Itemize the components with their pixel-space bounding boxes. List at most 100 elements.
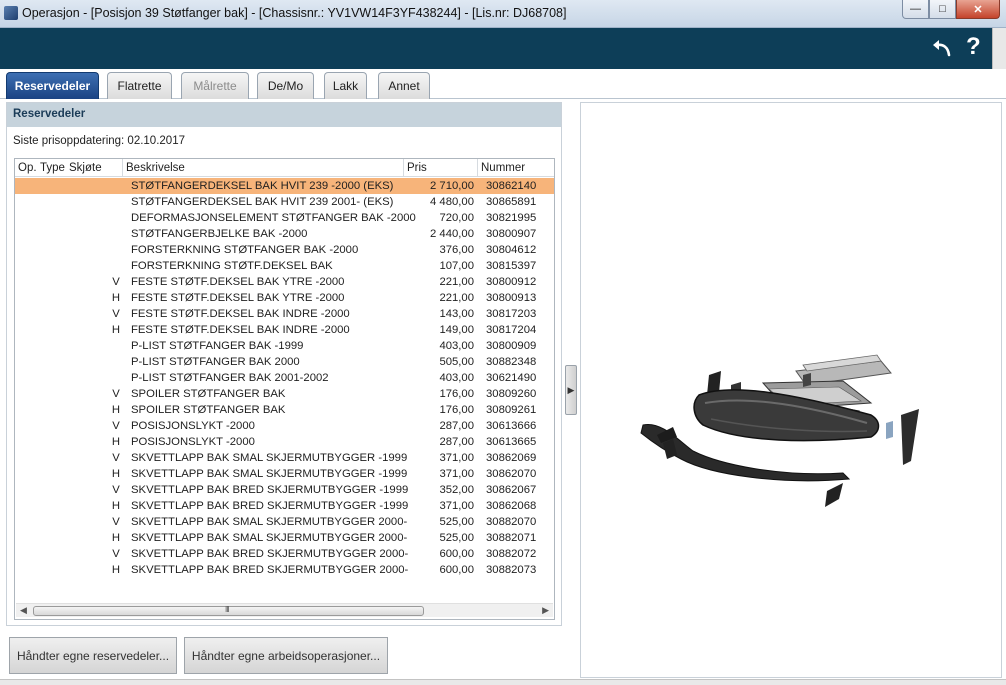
table-row[interactable]: V SKVETTLAPP BAK SMAL SKJERMUTBYGGER 2000…	[15, 514, 554, 530]
cell-description: SKVETTLAPP BAK SMAL SKJERMUTBYGGER -1999	[131, 468, 408, 480]
cell-price: 287,00	[439, 420, 474, 432]
table-row[interactable]: V FESTE STØTF.DEKSEL BAK INDRE -2000 143,0…	[15, 306, 554, 322]
scrollbar-thumb[interactable]: III	[33, 605, 424, 616]
parts-grid[interactable]: Op. Type Skjøte Beskrivelse Pris Nummer …	[14, 158, 555, 620]
cell-number: 30804612	[486, 244, 537, 256]
table-row[interactable]: DEFORMASJONSELEMENT STØTFANGER BAK -2000…	[15, 210, 554, 226]
column-header-joint[interactable]: Skjøte	[69, 162, 102, 174]
tab-flatrette[interactable]: Flatrette	[107, 72, 172, 99]
cell-description: SPOILER STØTFANGER BAK	[131, 388, 286, 400]
table-row[interactable]: V SPOILER STØTFANGER BAK 176,00 30809260	[15, 386, 554, 402]
cell-price: 371,00	[439, 500, 474, 512]
cell-number: 30621490	[486, 372, 537, 384]
column-header-number[interactable]: Nummer	[481, 162, 525, 174]
undo-arrow-icon[interactable]	[931, 38, 953, 58]
table-row[interactable]: H FESTE STØTF.DEKSEL BAK INDRE -2000 149,0…	[15, 322, 554, 338]
close-button[interactable]: ✕	[956, 0, 1000, 19]
scroll-left-arrow-icon[interactable]: ◀	[20, 605, 27, 616]
cell-price: 149,00	[439, 324, 474, 336]
cell-number: 30862069	[486, 452, 537, 464]
cell-number: 30817204	[486, 324, 537, 336]
table-row[interactable]: P-LIST STØTFANGER BAK 2001-2002 403,00 306…	[15, 370, 554, 386]
cell-price: 176,00	[439, 388, 474, 400]
cell-description: SKVETTLAPP BAK BRED SKJERMUTBYGGER -1999	[131, 500, 409, 512]
table-row[interactable]: V SKVETTLAPP BAK BRED SKJERMUTBYGGER -199…	[15, 482, 554, 498]
column-separator	[403, 159, 404, 177]
cell-description: SKVETTLAPP BAK SMAL SKJERMUTBYGGER -1999	[131, 452, 408, 464]
table-row[interactable]: H SKVETTLAPP BAK SMAL SKJERMUTBYGGER 2000…	[15, 530, 554, 546]
table-row[interactable]: P-LIST STØTFANGER BAK -1999 403,00 3080090…	[15, 338, 554, 354]
minimize-icon: —	[910, 3, 921, 15]
cell-price: 525,00	[439, 516, 474, 528]
cell-number: 30815397	[486, 260, 537, 272]
cell-joint: H	[111, 564, 121, 576]
cell-joint: H	[111, 404, 121, 416]
cell-number: 30882071	[486, 532, 537, 544]
cell-joint: V	[112, 276, 120, 288]
cell-price: 352,00	[439, 484, 474, 496]
table-row[interactable]: STØTFANGERDEKSEL BAK HVIT 239 2001- (EKS…	[15, 194, 554, 210]
table-row[interactable]: STØTFANGERBJELKE BAK -2000 2 440,00 308009…	[15, 226, 554, 242]
cell-joint: V	[112, 452, 120, 464]
cell-description: FESTE STØTF.DEKSEL BAK INDRE -2000	[131, 308, 350, 320]
cell-number: 30821995	[486, 212, 537, 224]
horizontal-scrollbar[interactable]: ◀ III ▶	[16, 603, 553, 617]
table-row[interactable]: H SPOILER STØTFANGER BAK 176,00 30809261	[15, 402, 554, 418]
table-row[interactable]: V SKVETTLAPP BAK BRED SKJERMUTBYGGER 2000…	[15, 546, 554, 562]
table-row[interactable]: H SKVETTLAPP BAK BRED SKJERMUTBYGGER -199…	[15, 498, 554, 514]
column-separator	[122, 159, 123, 177]
scroll-right-arrow-icon[interactable]: ▶	[542, 605, 549, 616]
cell-description: FESTE STØTF.DEKSEL BAK INDRE -2000	[131, 324, 350, 336]
cell-joint: H	[111, 532, 121, 544]
tab-reservedeler[interactable]: Reservedeler	[6, 72, 99, 99]
table-row[interactable]: P-LIST STØTFANGER BAK 2000 505,00 30882348	[15, 354, 554, 370]
cell-number: 30800909	[486, 340, 537, 352]
bumper-exploded-view-image[interactable]	[581, 103, 1001, 677]
minimize-button[interactable]: —	[902, 0, 929, 19]
cell-number: 30800912	[486, 276, 537, 288]
cell-joint: H	[111, 468, 121, 480]
cell-price: 221,00	[439, 276, 474, 288]
panel-collapse-handle[interactable]: ▶	[565, 365, 577, 415]
column-header-price[interactable]: Pris	[407, 162, 427, 174]
cell-description: FORSTERKNING STØTF.DEKSEL BAK	[131, 260, 333, 272]
cell-description: FESTE STØTF.DEKSEL BAK YTRE -2000	[131, 292, 345, 304]
column-header-type[interactable]: Type	[40, 162, 65, 174]
status-strip	[0, 679, 1006, 685]
cell-price: 403,00	[439, 372, 474, 384]
column-header-op[interactable]: Op.	[18, 162, 37, 174]
column-separator	[477, 159, 478, 177]
table-row[interactable]: V FESTE STØTF.DEKSEL BAK YTRE -2000 221,00…	[15, 274, 554, 290]
cell-number: 30809261	[486, 404, 537, 416]
cell-description: P-LIST STØTFANGER BAK 2001-2002	[131, 372, 329, 384]
cell-number: 30865891	[486, 196, 537, 208]
cell-description: SKVETTLAPP BAK BRED SKJERMUTBYGGER 2000-	[131, 564, 409, 576]
table-row[interactable]: FORSTERKNING STØTFANGER BAK -2000 376,00 3…	[15, 242, 554, 258]
table-row[interactable]: H FESTE STØTF.DEKSEL BAK YTRE -2000 221,00…	[15, 290, 554, 306]
table-row[interactable]: V SKVETTLAPP BAK SMAL SKJERMUTBYGGER -199…	[15, 450, 554, 466]
manage-own-parts-button[interactable]: Håndter egne reservedeler...	[9, 637, 177, 674]
manage-own-operations-button[interactable]: Håndter egne arbeidsoperasjoner...	[184, 637, 388, 674]
maximize-button[interactable]: □	[929, 0, 956, 19]
window-controls: — □ ✕	[902, 0, 1000, 19]
table-row[interactable]: V POSISJONSLYKT -2000 287,00 30613666	[15, 418, 554, 434]
help-button[interactable]: ?	[966, 33, 981, 61]
tab-lakk[interactable]: Lakk	[324, 72, 367, 99]
cell-price: 505,00	[439, 356, 474, 368]
table-row[interactable]: H SKVETTLAPP BAK BRED SKJERMUTBYGGER 2000…	[15, 562, 554, 578]
cell-joint: H	[111, 292, 121, 304]
tab-demo[interactable]: De/Mo	[257, 72, 314, 99]
column-header-description[interactable]: Beskrivelse	[126, 162, 185, 174]
table-row[interactable]: FORSTERKNING STØTF.DEKSEL BAK 107,00 30815…	[15, 258, 554, 274]
cell-price: 403,00	[439, 340, 474, 352]
table-row[interactable]: H SKVETTLAPP BAK SMAL SKJERMUTBYGGER -199…	[15, 466, 554, 482]
app-header: ?	[0, 28, 1006, 69]
cell-number: 30613665	[486, 436, 537, 448]
maximize-icon: □	[939, 3, 946, 15]
table-row[interactable]: H POSISJONSLYKT -2000 287,00 30613665	[15, 434, 554, 450]
cell-number: 30809260	[486, 388, 537, 400]
cell-number: 30800907	[486, 228, 537, 240]
tab-annet[interactable]: Annet	[378, 72, 430, 99]
cell-joint: V	[112, 548, 120, 560]
table-row[interactable]: STØTFANGERDEKSEL BAK HVIT 239 -2000 (EKS…	[15, 178, 554, 194]
